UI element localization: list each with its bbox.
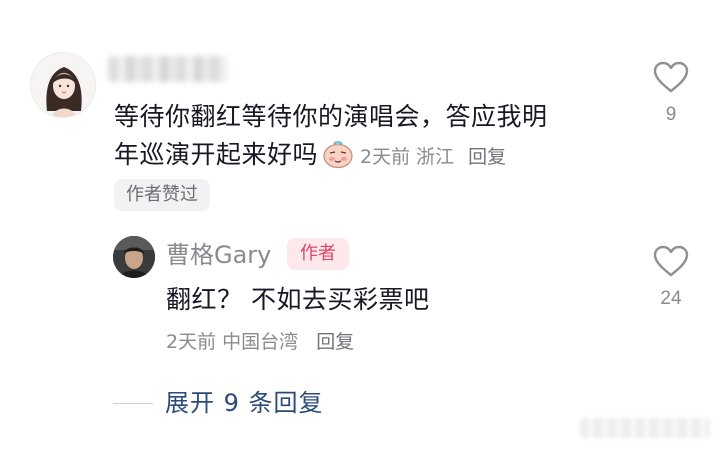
reply-reply-button[interactable]: 回复 <box>316 331 354 353</box>
commenter-username-redacted[interactable] <box>108 56 228 82</box>
comment-meta: 2天前 浙江 回复 <box>360 146 506 168</box>
heart-outline-icon[interactable] <box>652 60 690 94</box>
comment-like-count: 9 <box>665 104 677 125</box>
comment-reply-button[interactable]: 回复 <box>468 146 506 168</box>
heart-outline-icon[interactable] <box>652 244 690 278</box>
reply-author-avatar-image <box>113 236 155 278</box>
watermark-blurred <box>580 418 710 438</box>
comment-text-line-2: 年巡演开起来好吗 2天前 浙江 回复 <box>114 136 614 176</box>
reply-like-button[interactable]: 24 <box>650 244 692 310</box>
commenter-avatar[interactable] <box>30 52 96 118</box>
author-badge: 作者 <box>287 238 349 270</box>
comment-text-line-1: 等待你翻红等待你的演唱会，答应我明 <box>114 102 548 131</box>
reply-author-name[interactable]: 曹格Gary <box>166 238 271 272</box>
comment-like-button[interactable]: 9 <box>650 60 692 126</box>
comment-time: 2天前 <box>360 146 411 168</box>
expand-replies-button[interactable]: 展开 9 条回复 <box>165 386 324 420</box>
author-liked-badge: 作者赞过 <box>114 179 210 211</box>
commenter-avatar-image <box>31 53 95 117</box>
reply-body: 翻红？ 不如去买彩票吧 <box>166 285 430 314</box>
reply-location: 中国台湾 <box>222 331 299 353</box>
reply-time: 2天前 <box>166 331 217 353</box>
comment-location: 浙江 <box>416 146 455 168</box>
expand-divider <box>113 403 153 404</box>
comment-body: 等待你翻红等待你的演唱会，答应我明 年巡演开起来好吗 2天前 浙江 回复 <box>114 98 614 176</box>
reply-author-avatar[interactable] <box>113 236 155 278</box>
reply-meta: 2天前 中国台湾 回复 <box>166 327 354 357</box>
comment-text-line-2-text: 年巡演开起来好吗 <box>114 140 319 169</box>
blushing-face-sticker-icon <box>322 139 354 169</box>
reply-like-count: 24 <box>660 288 682 309</box>
